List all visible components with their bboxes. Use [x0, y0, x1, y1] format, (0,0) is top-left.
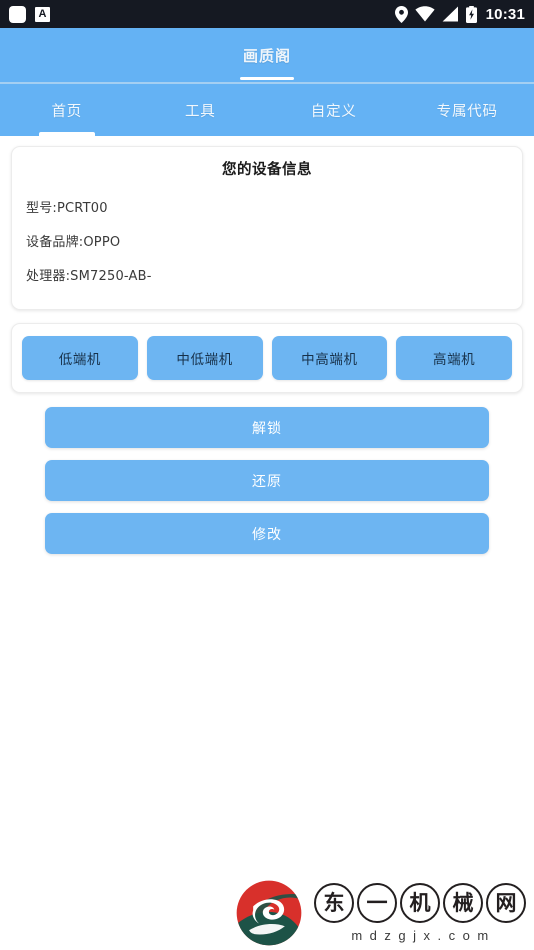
- input-method-a-icon: A: [35, 6, 50, 22]
- watermark-char-4: 械: [443, 883, 483, 923]
- tab-home[interactable]: 首页: [0, 84, 134, 136]
- tab-home-label: 首页: [51, 103, 83, 120]
- device-tier-card: 低端机 中低端机 中高端机 高端机: [11, 323, 523, 393]
- watermark-text-block: 东 一 机 械 网 mdzgjx.com: [314, 880, 526, 943]
- device-processor-row: 处理器:SM7250-AB-: [26, 269, 152, 284]
- restore-button[interactable]: 还原: [45, 460, 489, 501]
- app-title: 画质阁: [242, 46, 291, 65]
- watermark-url: mdzgjx.com: [351, 928, 496, 943]
- watermark-char-2: 一: [357, 883, 397, 923]
- tier-button-high-end[interactable]: 高端机: [396, 336, 512, 380]
- tab-custom-label: 自定义: [310, 103, 357, 120]
- app-bar: 画质阁: [0, 28, 534, 82]
- status-bar-right-icons: 10:31: [394, 0, 525, 28]
- watermark: 东 一 机 械 网 mdzgjx.com: [236, 880, 526, 946]
- tier-button-mid-low-end[interactable]: 中低端机: [146, 336, 263, 380]
- device-info-card: 您的设备信息 型号:PCRT00 设备品牌:OPPO 处理器:SM7250-AB…: [11, 146, 523, 310]
- app-root: A 10:31 画质阁 首页 工具 自定义 专属代码 您的设备信息 型号:PCR…: [0, 0, 534, 950]
- note-icon: [9, 5, 26, 23]
- action-button-group: 解锁 还原 修改: [45, 407, 489, 554]
- tab-exclusive-code[interactable]: 专属代码: [401, 84, 534, 136]
- status-bar: A 10:31: [0, 0, 534, 28]
- tab-bar: 首页 工具 自定义 专属代码: [0, 84, 534, 136]
- unlock-button[interactable]: 解锁: [45, 407, 489, 448]
- watermark-emblem-icon: [236, 880, 302, 946]
- tab-active-indicator: [38, 132, 95, 136]
- tab-custom[interactable]: 自定义: [267, 84, 401, 136]
- device-brand-row: 设备品牌:OPPO: [26, 235, 121, 250]
- tab-tools-label: 工具: [184, 103, 216, 120]
- location-pin-icon: [394, 5, 408, 23]
- app-title-underline: [240, 77, 294, 80]
- status-bar-clock: 10:31: [485, 5, 525, 23]
- tier-button-mid-high-end[interactable]: 中高端机: [271, 336, 388, 380]
- signal-icon: [442, 6, 458, 22]
- device-info-title: 您的设备信息: [222, 162, 312, 178]
- watermark-char-5: 网: [486, 883, 526, 923]
- wifi-icon: [415, 6, 435, 22]
- tier-button-low-end[interactable]: 低端机: [22, 336, 138, 380]
- tab-exclusive-code-label: 专属代码: [436, 103, 498, 120]
- tab-tools[interactable]: 工具: [134, 84, 268, 136]
- main-content: 您的设备信息 型号:PCRT00 设备品牌:OPPO 处理器:SM7250-AB…: [0, 146, 534, 554]
- watermark-char-3: 机: [400, 883, 440, 923]
- device-model-row: 型号:PCRT00: [26, 201, 108, 216]
- modify-button[interactable]: 修改: [45, 513, 489, 554]
- watermark-char-1: 东: [314, 883, 354, 923]
- status-bar-left-icons: A: [9, 5, 50, 23]
- battery-charging-icon: [465, 5, 477, 23]
- watermark-characters: 东 一 机 械 网: [314, 883, 526, 923]
